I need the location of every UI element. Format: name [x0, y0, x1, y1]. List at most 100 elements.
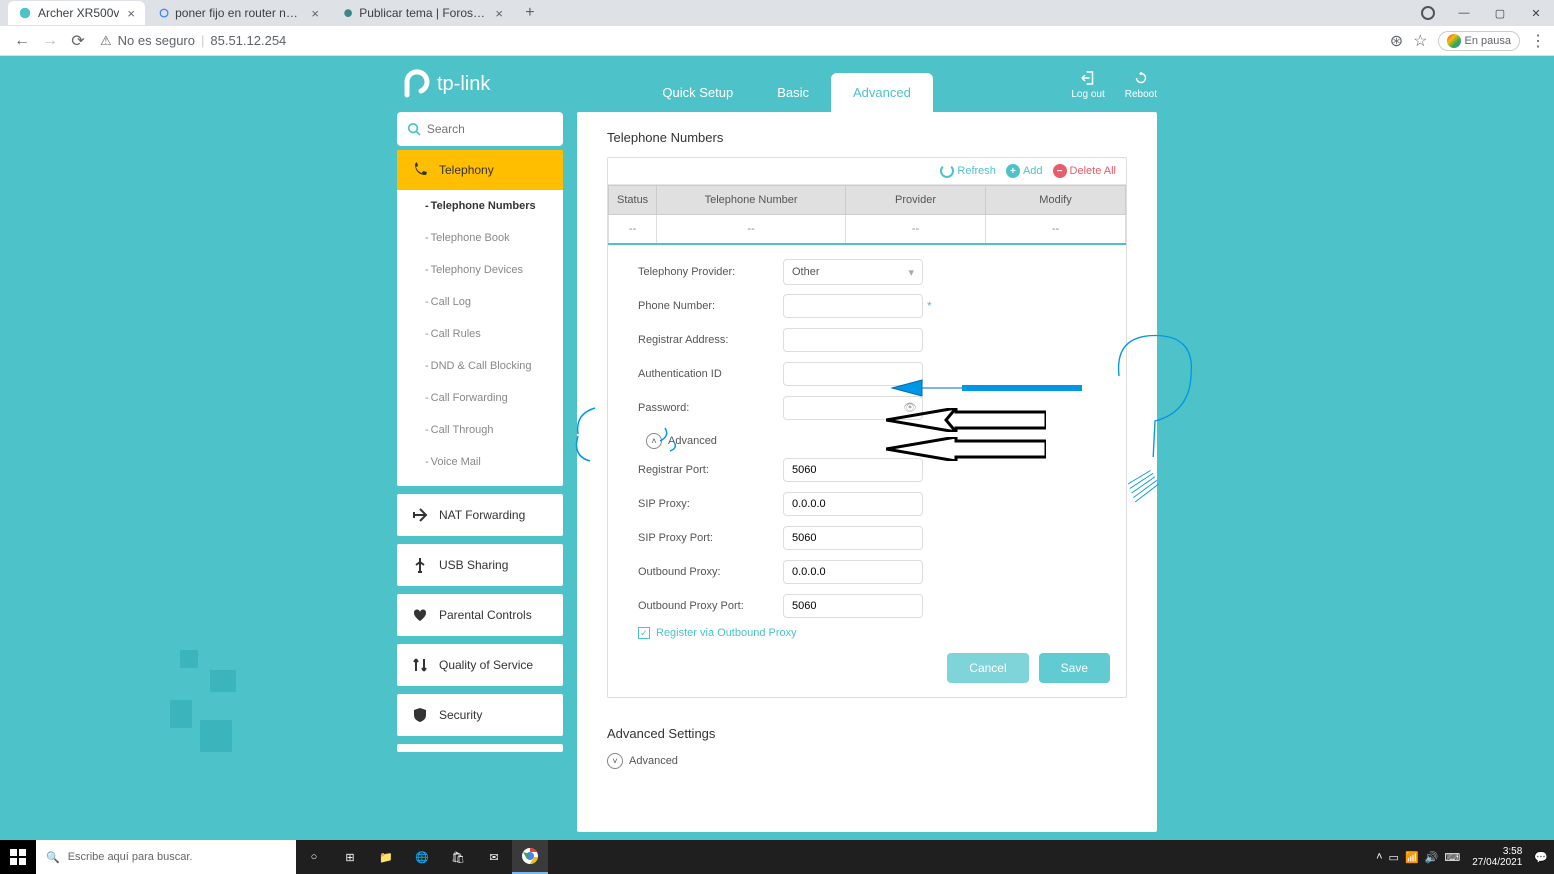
browser-tab-strip: Archer XR500v × poner fijo en router neu…	[0, 0, 1554, 26]
star-icon[interactable]: ☆	[1413, 31, 1427, 51]
auth-input[interactable]	[783, 362, 923, 386]
registrar-label: Registrar Address:	[638, 334, 783, 346]
store-icon[interactable]: 🛍	[440, 840, 476, 874]
eye-icon[interactable]: 👁	[903, 401, 917, 414]
sub-call-rules[interactable]: -Call Rules	[397, 318, 563, 350]
forward-button[interactable]: →	[36, 27, 64, 55]
page-background: tp-link Quick Setup Basic Advanced Log o…	[0, 56, 1554, 840]
key-icon[interactable]: ⊛	[1390, 31, 1403, 51]
nav-basic[interactable]: Basic	[755, 73, 831, 112]
reg-port-input[interactable]	[783, 458, 923, 482]
nav-quick-setup[interactable]: Quick Setup	[640, 73, 755, 112]
pause-label: En pausa	[1465, 35, 1511, 47]
out-proxy-input[interactable]	[783, 560, 923, 584]
account-icon[interactable]	[1410, 0, 1446, 26]
sub-call-log[interactable]: -Call Log	[397, 286, 563, 318]
start-button[interactable]	[0, 840, 36, 874]
out-port-label: Outbound Proxy Port:	[638, 600, 783, 612]
add-button[interactable]: +Add	[1006, 164, 1043, 178]
menu-qos[interactable]: Quality of Service	[397, 644, 563, 686]
advanced-toggle[interactable]: ˄ Advanced	[646, 433, 1106, 449]
sub-telephone-book[interactable]: -Telephone Book	[397, 222, 563, 254]
insecure-icon: ⚠	[100, 33, 112, 49]
tray-battery-icon[interactable]: ▭	[1389, 851, 1399, 864]
refresh-button[interactable]: Refresh	[940, 164, 996, 178]
close-icon[interactable]: ×	[311, 6, 319, 21]
sip-proxy-input[interactable]	[783, 492, 923, 516]
new-tab-button[interactable]: +	[517, 0, 543, 26]
taskbar-search-placeholder: Escribe aquí para buscar.	[68, 851, 193, 863]
tab-google[interactable]: poner fijo en router neutro oran… ×	[149, 1, 329, 25]
sub-call-through[interactable]: -Call Through	[397, 414, 563, 446]
tray-chevron-icon[interactable]: ˄	[1376, 851, 1382, 863]
edge-icon[interactable]: 🌐	[404, 840, 440, 874]
back-button[interactable]: ←	[8, 27, 36, 55]
sub-dnd-blocking[interactable]: -DND & Call Blocking	[397, 350, 563, 382]
minimize-button[interactable]: —	[1446, 0, 1482, 26]
cancel-button[interactable]: Cancel	[947, 653, 1028, 683]
password-input[interactable]	[783, 396, 923, 420]
menu-usb-label: USB Sharing	[439, 558, 508, 572]
save-button[interactable]: Save	[1039, 653, 1110, 683]
maximize-button[interactable]: ▢	[1482, 0, 1518, 26]
delete-all-button[interactable]: −Delete All	[1053, 164, 1116, 178]
menu-telephony[interactable]: Telephony	[397, 150, 563, 190]
tray-volume-icon[interactable]: 🔊	[1425, 851, 1439, 864]
menu-usb-card: USB Sharing	[397, 544, 563, 586]
menu-nat[interactable]: NAT Forwarding	[397, 494, 563, 536]
taskbar-apps: ○ ⊞ 📁 🌐 🛍 ✉	[296, 840, 548, 874]
numbers-panel: Refresh +Add −Delete All Status Telephon…	[607, 157, 1127, 698]
reboot-label: Reboot	[1125, 89, 1157, 100]
close-icon[interactable]: ×	[127, 6, 135, 21]
form-buttons: Cancel Save	[608, 639, 1126, 683]
profile-pause-pill[interactable]: En pausa	[1438, 31, 1520, 51]
menu-nat-card: NAT Forwarding	[397, 494, 563, 536]
reload-button[interactable]: ⟳	[64, 27, 92, 55]
chevron-down-icon: ˅	[607, 753, 623, 769]
out-port-input[interactable]	[783, 594, 923, 618]
tplink-favicon	[18, 6, 32, 20]
advanced-toggle-2[interactable]: ˅ Advanced	[607, 753, 1127, 769]
sub-call-forwarding[interactable]: -Call Forwarding	[397, 382, 563, 414]
cortana-icon[interactable]: ○	[296, 840, 332, 874]
taskbar-search[interactable]: 🔍 Escribe aquí para buscar.	[36, 840, 296, 874]
menu-usb[interactable]: USB Sharing	[397, 544, 563, 586]
url-box[interactable]: ⚠ No es seguro | 85.51.12.254	[92, 33, 1390, 49]
reboot-button[interactable]: Reboot	[1125, 69, 1157, 100]
explorer-icon[interactable]: 📁	[368, 840, 404, 874]
menu-icon[interactable]: ⋮	[1530, 31, 1546, 51]
sub-voice-mail[interactable]: -Voice Mail	[397, 446, 563, 478]
th-number: Telephone Number	[657, 186, 846, 215]
menu-security[interactable]: Security	[397, 694, 563, 736]
qos-icon	[411, 656, 429, 674]
sip-port-input[interactable]	[783, 526, 923, 550]
sub-telephony-devices[interactable]: -Telephony Devices	[397, 254, 563, 286]
provider-select[interactable]: Other ▾	[783, 259, 923, 285]
chevron-down-icon: ▾	[908, 266, 914, 279]
tray-lang-icon[interactable]: ⌨	[1444, 851, 1460, 864]
chrome-icon[interactable]	[512, 840, 548, 874]
close-window-button[interactable]: ✕	[1518, 0, 1554, 26]
tab-archer[interactable]: Archer XR500v ×	[8, 1, 145, 25]
registrar-input[interactable]	[783, 328, 923, 352]
search-input[interactable]	[427, 122, 553, 136]
notifications-icon[interactable]: 💬	[1534, 851, 1548, 864]
register-checkbox-row[interactable]: ✓ Register via Outbound Proxy	[638, 627, 1106, 639]
nav-advanced[interactable]: Advanced	[831, 73, 933, 112]
mail-icon[interactable]: ✉	[476, 840, 512, 874]
menu-parental[interactable]: Parental Controls	[397, 594, 563, 636]
shield-icon	[411, 706, 429, 724]
menu-telephony-card: Telephony -Telephone Numbers -Telephone …	[397, 150, 563, 486]
taskview-icon[interactable]: ⊞	[332, 840, 368, 874]
logout-label: Log out	[1071, 89, 1104, 100]
phone-icon	[411, 161, 429, 179]
phone-input[interactable]	[783, 294, 923, 318]
tray-wifi-icon[interactable]: 📶	[1405, 851, 1419, 864]
menu-qos-card: Quality of Service	[397, 644, 563, 686]
sub-telephone-numbers[interactable]: -Telephone Numbers	[397, 190, 563, 222]
logout-button[interactable]: Log out	[1071, 69, 1104, 100]
taskbar-clock[interactable]: 3:58 27/04/2021	[1466, 846, 1528, 868]
close-icon[interactable]: ×	[495, 6, 503, 21]
search-box[interactable]	[397, 112, 563, 146]
tab-adslzone[interactable]: Publicar tema | Foros ADSLZone ×	[333, 1, 513, 25]
